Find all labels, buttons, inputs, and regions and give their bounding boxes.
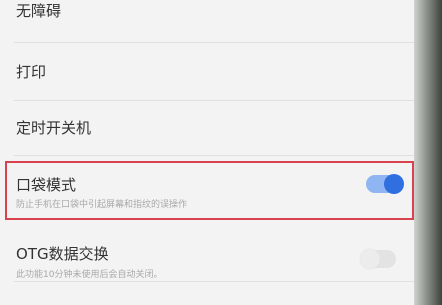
toggle-knob: [360, 249, 380, 269]
settings-item-label: OTG数据交换: [16, 245, 109, 263]
settings-item-label: 定时开关机: [16, 119, 92, 137]
highlight-annotation: [5, 161, 414, 220]
device-bezel: [414, 0, 442, 305]
settings-item-accessibility[interactable]: 无障碍: [0, 0, 414, 43]
settings-screen: 无障碍 打印 定时开关机 口袋模式 防止手机在口袋中引起屏幕和指纹的误操作 OT…: [0, 0, 414, 305]
divider: [14, 155, 414, 156]
settings-item-print[interactable]: 打印: [0, 43, 414, 101]
divider: [14, 281, 414, 282]
settings-item-scheduled-power[interactable]: 定时开关机: [0, 101, 414, 156]
settings-item-description: 此功能10分钟未使用后会自动关闭。: [16, 270, 163, 280]
otg-toggle[interactable]: [360, 249, 396, 269]
settings-item-label: 打印: [16, 63, 47, 81]
settings-item-otg[interactable]: OTG数据交换 此功能10分钟未使用后会自动关闭。: [0, 230, 414, 282]
settings-item-label: 无障碍: [16, 2, 62, 20]
